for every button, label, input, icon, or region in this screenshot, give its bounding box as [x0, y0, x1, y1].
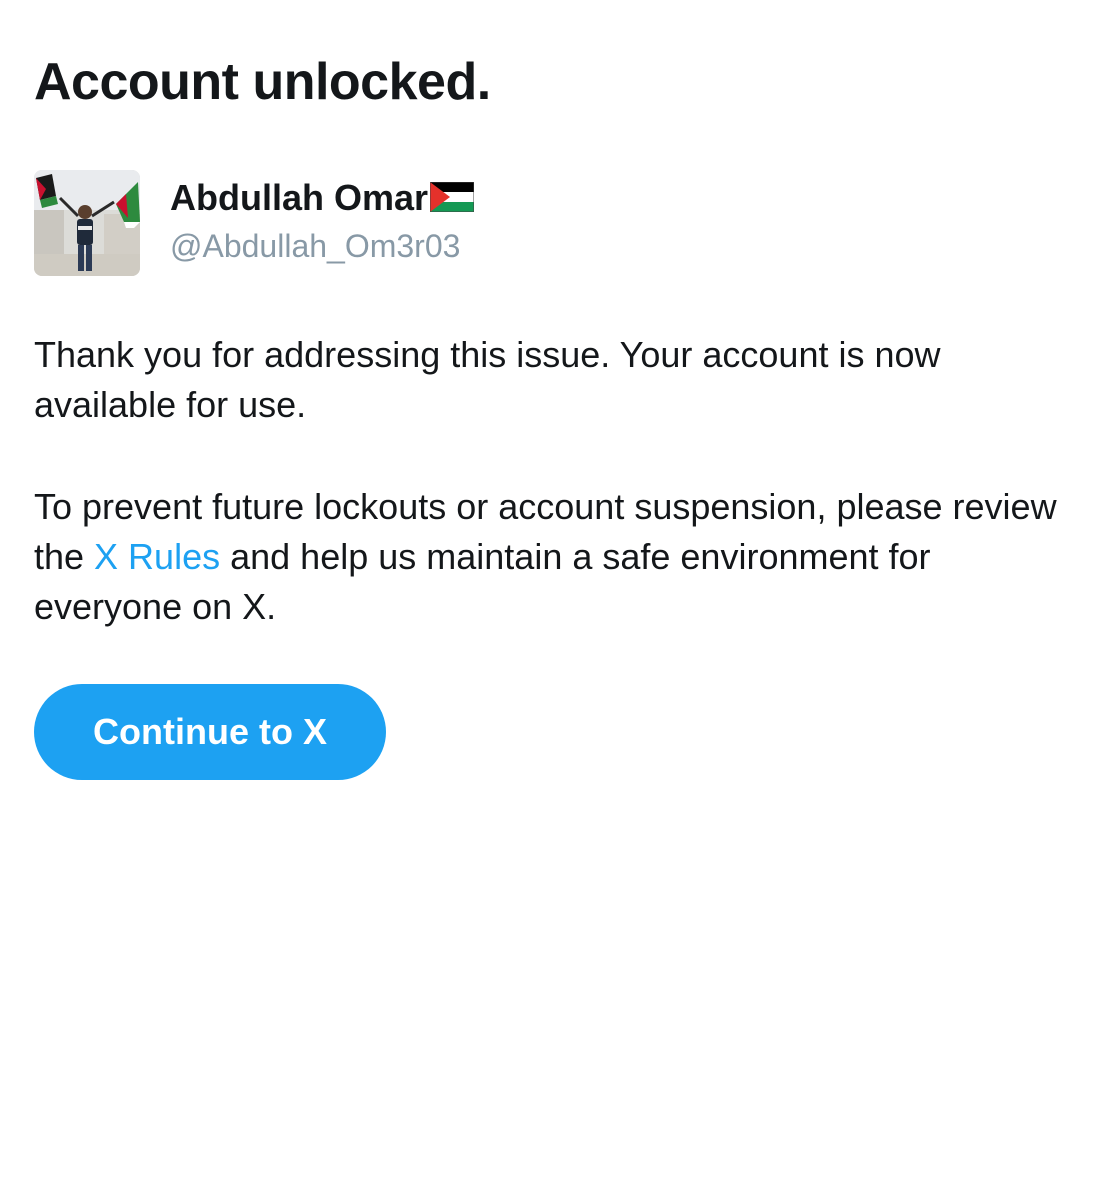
avatar [34, 170, 140, 276]
user-handle: @Abdullah_Om3r03 [170, 228, 461, 264]
name-row: Abdullah Omar [170, 176, 475, 220]
display-name: Abdullah Omar [170, 177, 429, 218]
profile-card: Abdullah Omar @Abdullah_Om3r03 [34, 170, 734, 278]
avatar-photo-icon [34, 170, 140, 276]
x-rules-link[interactable]: X Rules [94, 536, 220, 577]
guidance-message: To prevent future lockouts or account su… [34, 482, 1074, 632]
continue-button[interactable]: Continue to X [34, 684, 386, 780]
page-title: Account unlocked. [34, 53, 491, 111]
confirmation-message: Thank you for addressing this issue. You… [34, 334, 941, 425]
palestine-flag-icon [429, 181, 475, 217]
account-unlocked-page: Account unlocked. Abdullah Omar @Abdulla… [0, 0, 1100, 1200]
